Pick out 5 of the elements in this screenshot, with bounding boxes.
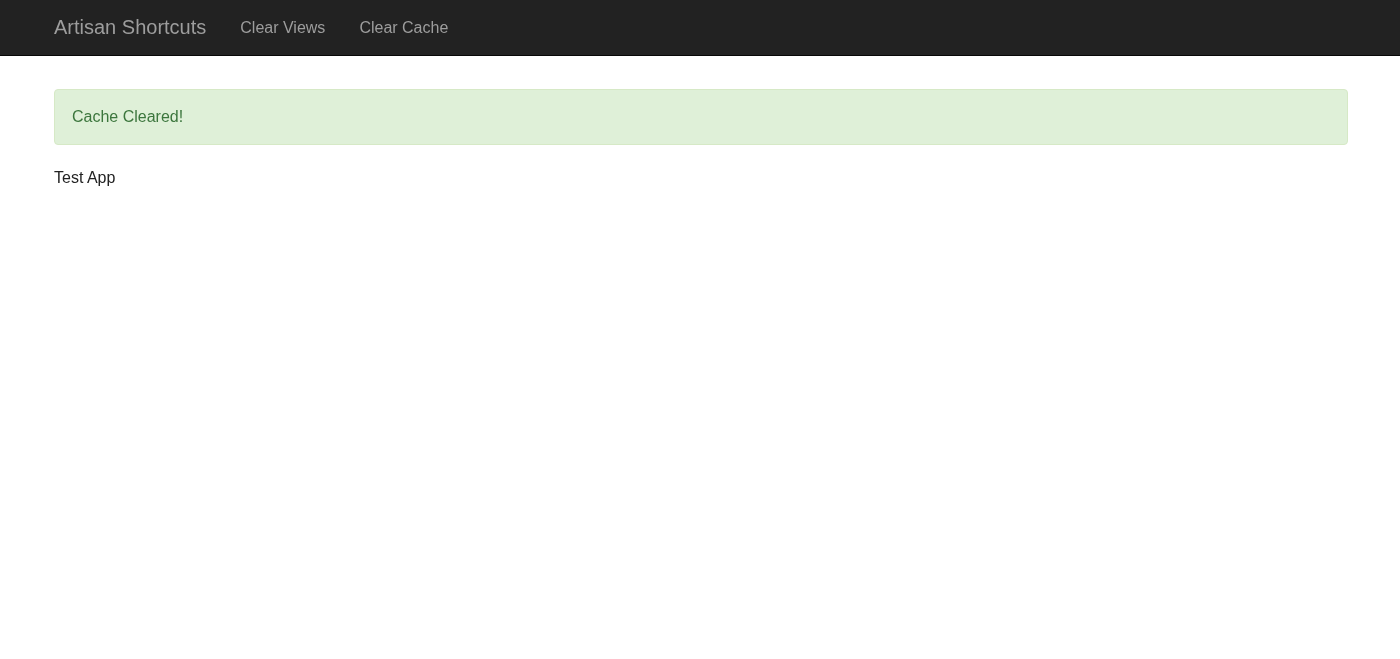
brand-link[interactable]: Artisan Shortcuts <box>54 16 207 39</box>
alert-message: Cache Cleared! <box>54 89 1348 145</box>
page-text: Test App <box>54 169 116 187</box>
nav-link[interactable]: Clear Cache <box>359 18 449 37</box>
nav-link[interactable]: Clear Views <box>240 18 326 37</box>
